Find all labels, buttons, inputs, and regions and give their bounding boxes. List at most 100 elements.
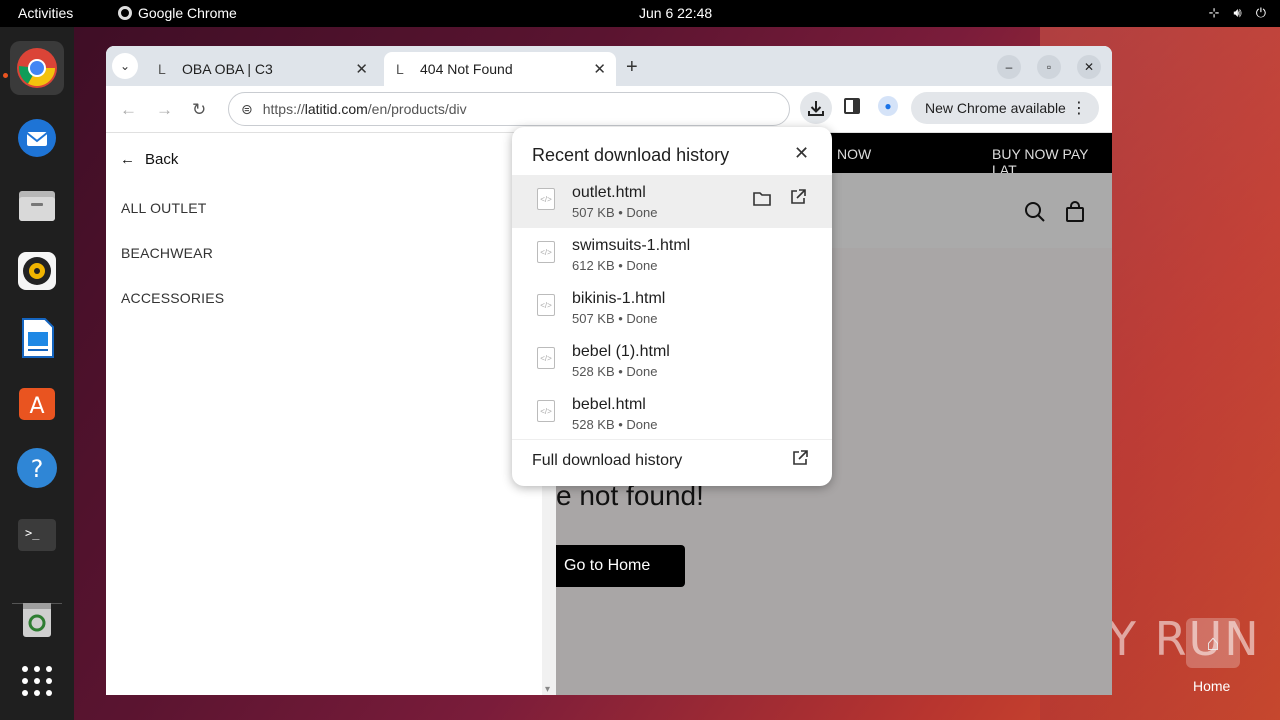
- close-tab-icon[interactable]: ✕: [593, 60, 606, 78]
- thunderbird-icon: [18, 119, 56, 157]
- html-file-icon: </>: [537, 241, 555, 263]
- dock-terminal[interactable]: >_: [10, 508, 64, 562]
- network-icon: ⊹: [1208, 5, 1220, 20]
- new-tab-icon[interactable]: +: [626, 56, 638, 79]
- back-link[interactable]: ← Back: [120, 151, 178, 168]
- system-status[interactable]: ⊹ 🔊︎ ⏻: [1209, 5, 1266, 21]
- chevron-down-icon: ⌄: [119, 59, 131, 73]
- home-folder-icon[interactable]: ⌂: [1186, 618, 1240, 668]
- dock-chrome[interactable]: [10, 41, 64, 95]
- chrome-icon: [118, 6, 132, 20]
- writer-icon: [22, 318, 54, 358]
- full-history-label: Full download history: [532, 452, 683, 469]
- menu-item-accessories[interactable]: ACCESSORIES: [121, 290, 224, 306]
- folder-icon[interactable]: [753, 190, 771, 206]
- back-arrow-icon[interactable]: ←: [120, 100, 137, 120]
- home-folder-label: Home: [1193, 678, 1231, 694]
- svg-text:>_: >_: [25, 526, 40, 540]
- dock-rhythmbox[interactable]: [10, 244, 64, 298]
- close-window-button[interactable]: ✕: [1077, 55, 1101, 79]
- download-history-popup: Recent download history ✕ </> outlet.htm…: [512, 127, 832, 486]
- html-file-icon: </>: [537, 188, 555, 210]
- activities-button[interactable]: Activities: [18, 5, 73, 21]
- trash-icon: [23, 603, 51, 637]
- terminal-icon: >_: [18, 519, 56, 551]
- download-item[interactable]: </> swimsuits-1.html 612 KB • Done: [512, 228, 832, 281]
- download-meta: 528 KB • Done: [572, 364, 658, 379]
- open-external-icon: [793, 450, 808, 465]
- new-chrome-label: New Chrome available: [925, 100, 1066, 116]
- clock[interactable]: Jun 6 22:48: [639, 5, 712, 21]
- svg-text:A: A: [29, 394, 44, 419]
- dock-trash[interactable]: [10, 592, 64, 646]
- help-icon: ?: [17, 448, 57, 488]
- tab-title: OBA OBA | C3: [182, 61, 273, 77]
- active-indicator: [3, 73, 8, 78]
- download-meta: 528 KB • Done: [572, 417, 658, 432]
- cart-icon[interactable]: [1065, 201, 1085, 223]
- files-icon: [19, 191, 55, 221]
- banner-text-left: NOW: [837, 146, 872, 162]
- download-filename: bebel (1).html: [572, 343, 670, 360]
- dock: A ? >_: [0, 27, 74, 720]
- full-download-history-link[interactable]: Full download history: [512, 439, 832, 486]
- forward-arrow-icon[interactable]: →: [156, 100, 173, 120]
- tab-title: 404 Not Found: [420, 61, 513, 77]
- site-info-icon[interactable]: ⊜: [241, 101, 253, 118]
- download-item[interactable]: </> outlet.html 507 KB • Done: [512, 175, 832, 228]
- minimize-button[interactable]: –: [997, 55, 1021, 79]
- more-menu-icon[interactable]: ⋮: [1071, 98, 1087, 118]
- mobile-menu-panel: ← Back ALL OUTLET BEACHWEAR ACCESSORIES: [106, 133, 542, 695]
- download-item[interactable]: </> bebel.html 528 KB • Done: [512, 387, 832, 440]
- close-tab-icon[interactable]: ✕: [355, 60, 368, 78]
- menu-item-all-outlet[interactable]: ALL OUTLET: [121, 200, 207, 216]
- tab-search-button[interactable]: ⌄: [112, 53, 138, 79]
- page-favicon-icon: L: [158, 61, 166, 77]
- download-item[interactable]: </> bikinis-1.html 507 KB • Done: [512, 281, 832, 334]
- top-bar: Activities Google Chrome Jun 6 22:48 ⊹ 🔊︎…: [0, 0, 1280, 27]
- popup-title: Recent download history: [532, 145, 730, 165]
- download-filename: bikinis-1.html: [572, 290, 666, 307]
- download-item[interactable]: </> bebel (1).html 528 KB • Done: [512, 334, 832, 387]
- reload-icon[interactable]: ↻: [192, 100, 206, 120]
- dock-files[interactable]: [10, 178, 64, 232]
- html-file-icon: </>: [537, 400, 555, 422]
- tab-strip: ⌄ L OBA OBA | C3 ✕ L 404 Not Found ✕ + – ▫ ✕: [106, 46, 1112, 86]
- url-path: /en/products/div: [367, 101, 467, 117]
- dock-writer[interactable]: [10, 311, 64, 365]
- chrome-icon: [17, 48, 57, 88]
- open-external-icon[interactable]: [790, 189, 806, 205]
- search-icon[interactable]: [1024, 201, 1046, 223]
- downloads-button[interactable]: [800, 92, 832, 124]
- dock-help[interactable]: ?: [10, 441, 64, 495]
- go-to-home-button[interactable]: Go to Home: [556, 545, 685, 587]
- dock-show-apps[interactable]: [10, 654, 64, 708]
- side-panel-icon[interactable]: [844, 98, 860, 114]
- dock-app-center[interactable]: A: [10, 375, 64, 429]
- volume-icon: 🔊︎: [1233, 5, 1242, 20]
- tab-404[interactable]: L 404 Not Found ✕: [384, 52, 616, 86]
- app-name: Google Chrome: [138, 5, 237, 21]
- new-chrome-available-button[interactable]: New Chrome available ⋮: [911, 92, 1099, 124]
- download-meta: 507 KB • Done: [572, 205, 658, 220]
- arrow-left-icon: ←: [120, 151, 135, 168]
- menu-item-beachwear[interactable]: BEACHWEAR: [121, 245, 213, 261]
- html-file-icon: </>: [537, 294, 555, 316]
- app-center-icon: A: [19, 388, 55, 420]
- download-meta: 612 KB • Done: [572, 258, 658, 273]
- maximize-button[interactable]: ▫: [1037, 55, 1061, 79]
- address-bar[interactable]: ⊜ https://latitid.com/en/products/div: [228, 92, 790, 126]
- tab-oba-oba[interactable]: L OBA OBA | C3 ✕: [146, 52, 378, 86]
- svg-text:?: ?: [31, 455, 44, 483]
- app-menu[interactable]: Google Chrome: [118, 5, 237, 21]
- profile-icon[interactable]: ●: [878, 96, 898, 116]
- dock-thunderbird[interactable]: [10, 111, 64, 165]
- url-domain: latitid.com: [304, 101, 368, 117]
- url-prefix: https://: [262, 101, 305, 117]
- apps-grid-icon: [22, 666, 52, 696]
- rhythmbox-icon: [18, 252, 56, 290]
- close-icon[interactable]: ✕: [794, 143, 809, 164]
- download-meta: 507 KB • Done: [572, 311, 658, 326]
- toolbar: ← → ↻ ⊜ https://latitid.com/en/products/…: [106, 86, 1112, 133]
- html-file-icon: </>: [537, 347, 555, 369]
